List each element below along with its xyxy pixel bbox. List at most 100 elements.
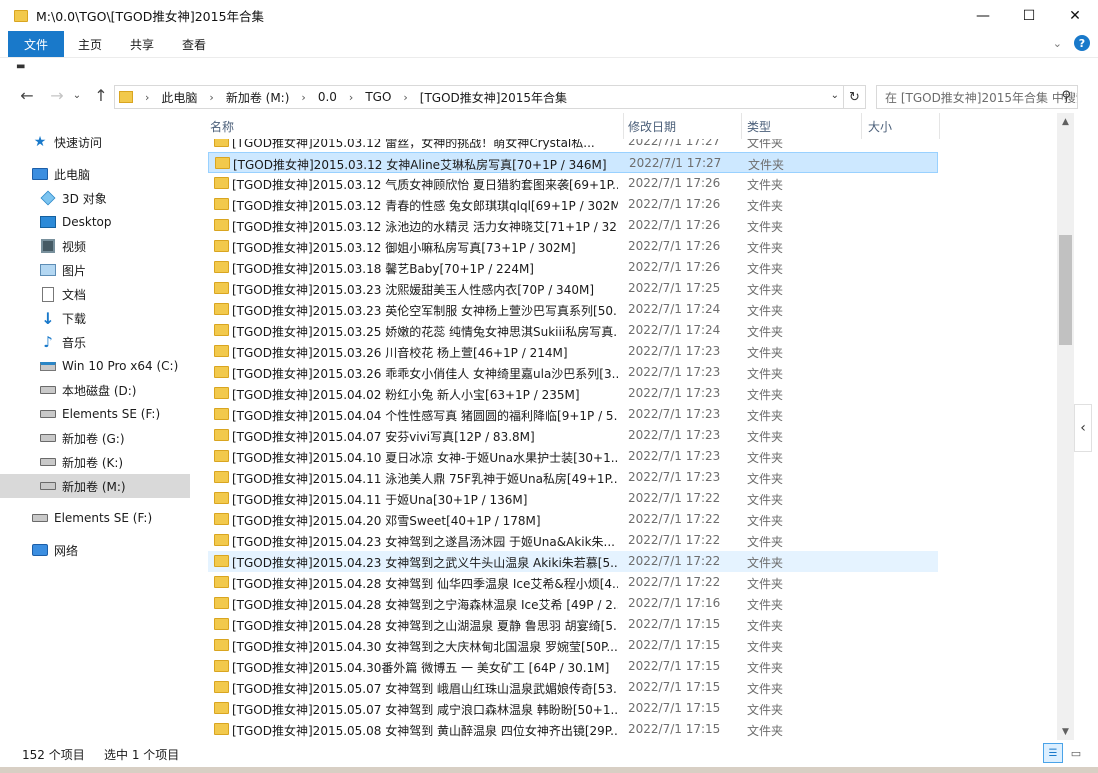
file-row[interactable]: [TGOD推女神]2015.04.23 女神驾到之遂昌汤沐园 于姬Una&Aki… bbox=[208, 530, 938, 551]
search-icon[interactable]: ⚲ bbox=[1061, 89, 1071, 104]
sidebar-item-this-pc[interactable]: 此电脑 bbox=[0, 162, 190, 186]
file-row[interactable]: [TGOD推女神]2015.04.20 邓雪Sweet[40+1P / 178M… bbox=[208, 509, 938, 530]
sidebar-item-downloads[interactable]: ↓ 下载 bbox=[0, 306, 190, 330]
tab-share[interactable]: 共享 bbox=[116, 31, 168, 57]
file-row[interactable]: [TGOD推女神]2015.03.25 娇嫩的花蕊 纯情兔女神思淇Sukiii私… bbox=[208, 320, 938, 341]
breadcrumb-drive-m[interactable]: 新加卷 (M:) bbox=[226, 89, 290, 106]
file-name[interactable]: [TGOD推女神]2015.03.12 泳池边的水精灵 活力女神晓艾[71+1P… bbox=[232, 218, 618, 235]
sidebar-item-drive-d[interactable]: 本地磁盘 (D:) bbox=[0, 378, 190, 402]
sidebar-item-drive-g[interactable]: 新加卷 (G:) bbox=[0, 426, 190, 450]
sidebar-item-elements-f[interactable]: Elements SE (F:) bbox=[0, 506, 190, 530]
scroll-up-icon[interactable]: ▲ bbox=[1057, 113, 1074, 130]
maximize-button[interactable]: ☐ bbox=[1006, 0, 1052, 31]
sidebar-item-music[interactable]: ♪ 音乐 bbox=[0, 330, 190, 354]
file-name[interactable]: [TGOD推女神]2015.03.25 娇嫩的花蕊 纯情兔女神思淇Sukiii私… bbox=[232, 323, 618, 340]
chevron-right-icon[interactable]: › bbox=[209, 91, 213, 104]
chevron-right-icon[interactable]: › bbox=[301, 91, 305, 104]
file-row[interactable]: [TGOD推女神]2015.03.23 英伦空军制服 女神杨上萱沙巴写真系列[5… bbox=[208, 299, 938, 320]
file-name[interactable]: [TGOD推女神]2015.03.12 御姐小嘛私房写真[73+1P / 302… bbox=[232, 239, 618, 256]
chevron-right-icon[interactable]: › bbox=[349, 91, 353, 104]
file-row[interactable]: [TGOD推女神]2015.04.28 女神驾到 仙华四季温泉 Ice艾希&程小… bbox=[208, 572, 938, 593]
file-name[interactable]: [TGOD推女神]2015.03.26 川音校花 杨上萱[46+1P / 214… bbox=[232, 344, 618, 361]
file-name[interactable]: [TGOD推女神]2015.04.11 泳池美人鼎 75F乳神于姬Una私房[4… bbox=[232, 470, 618, 487]
help-icon[interactable]: ? bbox=[1074, 35, 1090, 51]
close-button[interactable]: ✕ bbox=[1052, 0, 1098, 31]
file-name[interactable]: [TGOD推女神]2015.03.26 乖乖女小俏佳人 女神绮里嘉ula沙巴系列… bbox=[232, 365, 618, 382]
breadcrumb-0-0[interactable]: 0.0 bbox=[318, 90, 337, 104]
recent-locations-chevron-icon[interactable]: ⌄ bbox=[66, 90, 88, 101]
file-name[interactable]: [TGOD推女神]2015.04.28 女神驾到之宁海森林温泉 Ice艾希 [4… bbox=[232, 596, 618, 613]
tab-home[interactable]: 主页 bbox=[64, 31, 116, 57]
file-row[interactable]: [TGOD推女神]2015.03.12 女神Aline艾琳私房写真[70+1P … bbox=[208, 152, 938, 173]
sidebar-item-drive-c[interactable]: Win 10 Pro x64 (C:) bbox=[0, 354, 190, 378]
file-name[interactable]: [TGOD推女神]2015.04.28 女神驾到 仙华四季温泉 Ice艾希&程小… bbox=[232, 575, 618, 592]
file-row[interactable]: [TGOD推女神]2015.04.02 粉红小兔 新人小宝[63+1P / 23… bbox=[208, 383, 938, 404]
tab-view[interactable]: 查看 bbox=[168, 31, 220, 57]
file-name[interactable]: [TGOD推女神]2015.04.02 粉红小兔 新人小宝[63+1P / 23… bbox=[232, 386, 618, 403]
file-row[interactable]: [TGOD推女神]2015.04.30 女神驾到之大庆林甸北国温泉 罗婉莹[50… bbox=[208, 635, 938, 656]
details-view-icon[interactable]: ☰ bbox=[1043, 743, 1063, 763]
file-name[interactable]: [TGOD推女神]2015.04.07 安芬vivi写真[12P / 83.8M… bbox=[232, 428, 618, 445]
sidebar-item-videos[interactable]: 视频 bbox=[0, 234, 190, 258]
scroll-down-icon[interactable]: ▼ bbox=[1057, 723, 1074, 740]
file-name[interactable]: [TGOD推女神]2015.04.30番外篇 微博五 一 美女矿工 [64P /… bbox=[232, 659, 618, 676]
file-name[interactable]: [TGOD推女神]2015.05.07 女神驾到 峨眉山红珠山温泉武媚娘传奇[5… bbox=[232, 680, 618, 697]
file-row[interactable]: [TGOD推女神]2015.04.07 安芬vivi写真[12P / 83.8M… bbox=[208, 425, 938, 446]
file-name[interactable]: [TGOD推女神]2015.03.23 沈熙媛甜美玉人性感内衣[70P / 34… bbox=[232, 281, 618, 298]
file-row[interactable]: [TGOD推女神]2015.03.23 沈熙媛甜美玉人性感内衣[70P / 34… bbox=[208, 278, 938, 299]
large-icons-view-icon[interactable]: ▭ bbox=[1066, 743, 1086, 763]
file-row[interactable]: [TGOD推女神]2015.03.12 御姐小嘛私房写真[73+1P / 302… bbox=[208, 236, 938, 257]
file-name[interactable]: [TGOD推女神]2015.04.23 女神驾到之遂昌汤沐园 于姬Una&Aki… bbox=[232, 533, 618, 550]
column-size[interactable]: 大小 bbox=[866, 113, 940, 139]
address-bar[interactable]: › 此电脑 › 新加卷 (M:) › 0.0 › TGO › [TGOD推女神]… bbox=[114, 85, 866, 109]
sidebar-item-drive-k[interactable]: 新加卷 (K:) bbox=[0, 450, 190, 474]
sidebar-item-documents[interactable]: 文档 bbox=[0, 282, 190, 306]
sidebar-item-quick-access[interactable]: ★ 快速访问 bbox=[0, 130, 190, 154]
scrollbar-thumb[interactable] bbox=[1059, 235, 1072, 345]
file-row[interactable]: [TGOD推女神]2015.03.12 青春的性感 兔女郎琪琪qlql[69+1… bbox=[208, 194, 938, 215]
sidebar-item-3d-objects[interactable]: 3D 对象 bbox=[0, 186, 190, 210]
customize-toolbar-icon[interactable]: ▬ bbox=[16, 61, 25, 72]
breadcrumb-tgo[interactable]: TGO bbox=[365, 90, 391, 104]
file-name[interactable]: [TGOD推女神]2015.03.12 女神Aline艾琳私房写真[70+1P … bbox=[233, 156, 619, 173]
file-name[interactable]: [TGOD推女神]2015.04.04 个性性感写真 猪圆圆的福利降临[9+1P… bbox=[232, 407, 618, 424]
file-name[interactable]: [TGOD推女神]2015.04.30 女神驾到之大庆林甸北国温泉 罗婉莹[50… bbox=[232, 638, 618, 655]
file-row[interactable]: [TGOD推女神]2015.04.28 女神驾到之山湖温泉 夏静 鲁思羽 胡宴绮… bbox=[208, 614, 938, 635]
file-row[interactable]: [TGOD推女神]2015.04.10 夏日冰凉 女神-于姬Una水果护士装[3… bbox=[208, 446, 938, 467]
minimize-button[interactable]: — bbox=[960, 0, 1006, 31]
file-row[interactable]: [TGOD推女神]2015.03.12 泳池边的水精灵 活力女神晓艾[71+1P… bbox=[208, 215, 938, 236]
file-name[interactable]: [TGOD推女神]2015.03.12 气质女神顾欣怡 夏日猎豹套图来袭[69+… bbox=[232, 176, 618, 193]
file-row[interactable]: [TGOD推女神]2015.03.12 雷丝，女神的挑战！萌女神Crystal私… bbox=[208, 139, 938, 152]
file-row[interactable]: [TGOD推女神]2015.03.12 气质女神顾欣怡 夏日猎豹套图来袭[69+… bbox=[208, 173, 938, 194]
forward-arrow-icon[interactable]: → bbox=[46, 86, 68, 105]
file-name[interactable]: [TGOD推女神]2015.05.08 女神驾到 黄山醉温泉 四位女神齐出镜[2… bbox=[232, 722, 618, 739]
file-row[interactable]: [TGOD推女神]2015.05.07 女神驾到 咸宁浪口森林温泉 韩盼盼[50… bbox=[208, 698, 938, 719]
file-row[interactable]: [TGOD推女神]2015.04.23 女神驾到之武义牛头山温泉 Akiki朱若… bbox=[208, 551, 938, 572]
file-name[interactable]: [TGOD推女神]2015.04.28 女神驾到之山湖温泉 夏静 鲁思羽 胡宴绮… bbox=[232, 617, 618, 634]
file-name[interactable]: [TGOD推女神]2015.03.12 青春的性感 兔女郎琪琪qlql[69+1… bbox=[232, 197, 618, 214]
ribbon-expand-chevron-icon[interactable]: ⌄ bbox=[1053, 37, 1062, 50]
sidebar-item-pictures[interactable]: 图片 bbox=[0, 258, 190, 282]
back-arrow-icon[interactable]: ← bbox=[16, 86, 38, 105]
file-row[interactable]: [TGOD推女神]2015.05.08 女神驾到 黄山醉温泉 四位女神齐出镜[2… bbox=[208, 719, 938, 740]
sidebar-item-desktop[interactable]: Desktop bbox=[0, 210, 190, 234]
file-name[interactable]: [TGOD推女神]2015.03.23 英伦空军制服 女神杨上萱沙巴写真系列[5… bbox=[232, 302, 618, 319]
file-row[interactable]: [TGOD推女神]2015.04.04 个性性感写真 猪圆圆的福利降临[9+1P… bbox=[208, 404, 938, 425]
tab-file[interactable]: 文件 bbox=[8, 31, 65, 57]
search-input[interactable]: 在 [TGOD推女神]2015年合集 中搜索 ⚲ bbox=[876, 85, 1078, 109]
file-name[interactable]: [TGOD推女神]2015.04.23 女神驾到之武义牛头山温泉 Akiki朱若… bbox=[232, 554, 618, 571]
column-name[interactable]: 名称 bbox=[208, 113, 624, 139]
file-name[interactable]: [TGOD推女神]2015.04.20 邓雪Sweet[40+1P / 178M… bbox=[232, 512, 618, 529]
file-row[interactable]: [TGOD推女神]2015.04.11 于姬Una[30+1P / 136M] 2… bbox=[208, 488, 938, 509]
chevron-right-icon[interactable]: › bbox=[145, 91, 149, 104]
file-row[interactable]: [TGOD推女神]2015.04.30番外篇 微博五 一 美女矿工 [64P /… bbox=[208, 656, 938, 677]
vertical-scrollbar[interactable]: ▲ ▼ bbox=[1057, 113, 1074, 740]
file-row[interactable]: [TGOD推女神]2015.04.11 泳池美人鼎 75F乳神于姬Una私房[4… bbox=[208, 467, 938, 488]
file-name[interactable]: [TGOD推女神]2015.05.07 女神驾到 咸宁浪口森林温泉 韩盼盼[50… bbox=[232, 701, 618, 718]
refresh-icon[interactable]: ↻ bbox=[843, 86, 865, 108]
file-name[interactable]: [TGOD推女神]2015.04.11 于姬Una[30+1P / 136M] bbox=[232, 491, 618, 508]
column-date-modified[interactable]: 修改日期 bbox=[626, 113, 742, 139]
preview-pane-toggle-icon[interactable]: ‹ bbox=[1074, 404, 1092, 452]
breadcrumb-this-pc[interactable]: 此电脑 bbox=[161, 89, 197, 106]
file-name[interactable]: [TGOD推女神]2015.04.10 夏日冰凉 女神-于姬Una水果护士装[3… bbox=[232, 449, 618, 466]
